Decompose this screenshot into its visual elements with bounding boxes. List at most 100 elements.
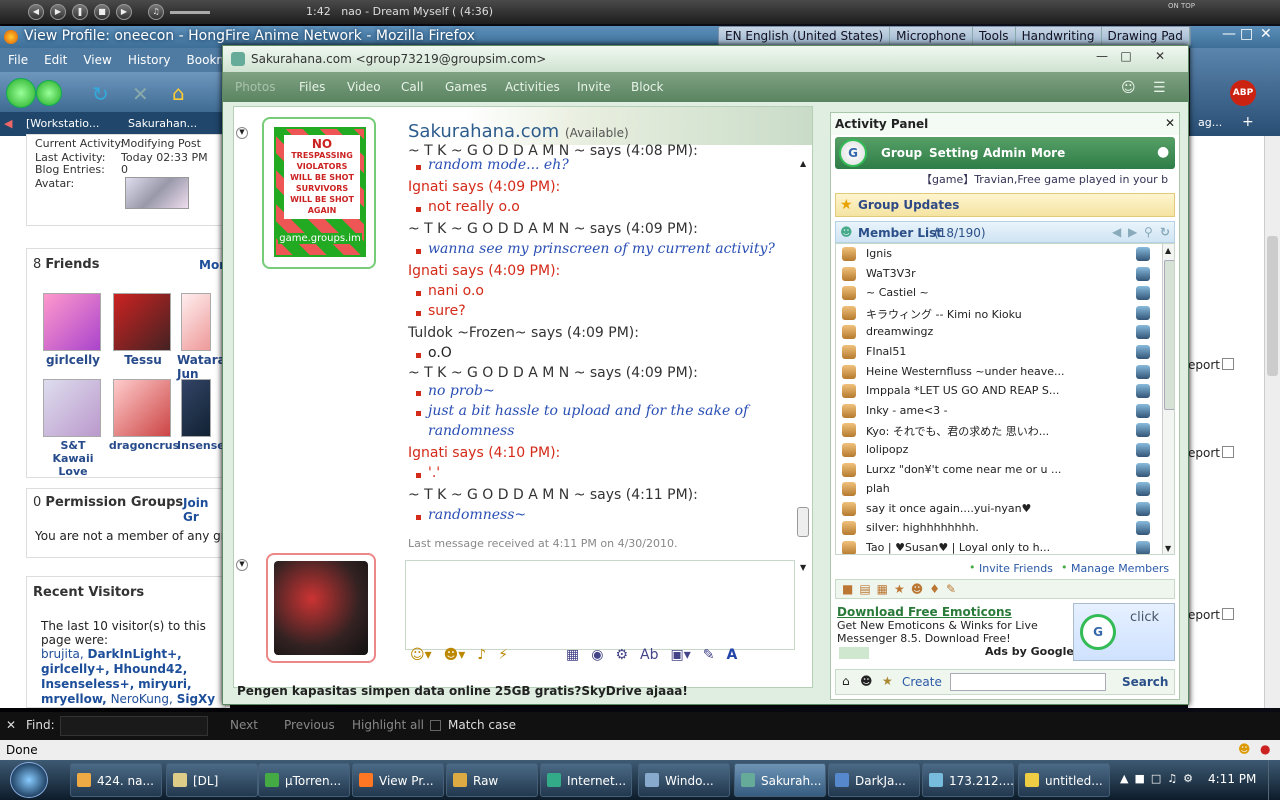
member-row[interactable]: ~ Castiel ~: [836, 283, 1158, 303]
back-icon[interactable]: [6, 78, 36, 108]
member-profile-icon[interactable]: [1136, 403, 1150, 418]
status-icon[interactable]: ●: [1260, 742, 1270, 756]
voice-clip-icon[interactable]: ♪: [477, 647, 486, 663]
home-icon[interactable]: ⌂: [842, 674, 850, 688]
next-icon[interactable]: ▶: [116, 4, 132, 20]
member-row[interactable]: FInal51: [836, 342, 1158, 362]
member-scrollbar[interactable]: ▲ ▼: [1162, 244, 1174, 554]
member-profile-icon[interactable]: [1136, 384, 1150, 399]
stop-icon-nav[interactable]: ✕: [132, 82, 149, 106]
report-checkbox[interactable]: [1222, 358, 1234, 370]
member-profile-icon[interactable]: [1136, 345, 1150, 359]
friend-name[interactable]: dragoncrus: [107, 439, 181, 452]
home-icon[interactable]: ⌂: [172, 81, 185, 105]
tool-icons[interactable]: ■▤▦★☻♦✎: [842, 582, 962, 596]
forward-icon[interactable]: ▶: [1128, 225, 1137, 239]
manage-members-link[interactable]: Manage Members: [1071, 562, 1169, 575]
member-profile-icon[interactable]: [1136, 482, 1150, 497]
pause-icon[interactable]: ❚: [72, 4, 88, 20]
report-link[interactable]: eport: [1188, 358, 1220, 372]
emoticon-menu-icon[interactable]: ☺: [1121, 80, 1136, 96]
visitor-link[interactable]: mryellow,: [41, 692, 107, 706]
invite-button[interactable]: Invite: [577, 80, 611, 94]
background-icon[interactable]: ▦: [566, 647, 579, 663]
im-close-icon[interactable]: ✕: [1149, 49, 1171, 65]
friend-name[interactable]: S&T Kawaii Love: [39, 439, 107, 478]
back-icon[interactable]: ◀: [1112, 225, 1121, 239]
drawing-pad-button[interactable]: Drawing Pad: [1102, 27, 1190, 45]
friend-avatar[interactable]: [181, 293, 211, 351]
language-button[interactable]: EN English (United States): [719, 27, 891, 45]
files-button[interactable]: Files: [299, 80, 325, 94]
adblock-icon[interactable]: ABP: [1230, 80, 1256, 106]
friend-name[interactable]: girlcelly: [39, 353, 107, 367]
friend-avatar[interactable]: [181, 379, 211, 437]
collapse-icon[interactable]: ▼: [236, 127, 248, 139]
games-button[interactable]: Games: [445, 80, 487, 94]
friend-name[interactable]: Watara Jun: [177, 353, 227, 381]
scroll-up-icon[interactable]: ▲: [800, 159, 806, 168]
groupsim-ad-image[interactable]: G click: [1073, 603, 1175, 661]
message-input[interactable]: ☺▾ ☻▾ ♪ ⚡ ▦ ◉ ⚙ Ab ▣▾ ✎ A: [405, 560, 795, 663]
friend-avatar[interactable]: [43, 379, 101, 437]
scroll-thumb[interactable]: [1267, 236, 1278, 376]
maximize-icon[interactable]: □: [1240, 26, 1253, 42]
group-updates[interactable]: ★ Group Updates: [835, 193, 1175, 217]
member-profile-icon[interactable]: [1136, 247, 1150, 261]
member-profile-icon[interactable]: [1136, 462, 1150, 477]
page-scrollbar[interactable]: [1264, 136, 1280, 708]
visitor-link[interactable]: Hhound42,: [113, 662, 187, 676]
pen-icon[interactable]: ✎: [703, 647, 715, 663]
member-row[interactable]: Lurxz "don¥'t come near me or u ...: [836, 460, 1158, 480]
find-close-icon[interactable]: ✕: [6, 718, 16, 732]
visitor-link[interactable]: miryuri,: [138, 677, 192, 691]
emoticon-icon[interactable]: ☻: [1238, 742, 1251, 756]
visitor-link[interactable]: girlcelly+,: [41, 662, 110, 676]
stop-icon[interactable]: ■: [94, 4, 110, 20]
member-profile-icon[interactable]: [1136, 423, 1150, 438]
find-input[interactable]: [60, 716, 208, 736]
call-button[interactable]: Call: [401, 80, 423, 94]
scroll-down-icon[interactable]: ▼: [1165, 544, 1171, 553]
ad-title[interactable]: Download Free Emoticons: [837, 605, 1012, 619]
invite-friends-link[interactable]: Invite Friends: [979, 562, 1053, 575]
menu-group[interactable]: Group: [881, 146, 922, 160]
member-row[interactable]: lolipopz: [836, 440, 1158, 460]
play-icon[interactable]: ▶: [50, 4, 66, 20]
menu-more[interactable]: More: [1031, 146, 1065, 160]
report-link[interactable]: eport: [1188, 608, 1220, 622]
member-row[interactable]: Tao | ♥Susan♥ | Loyal only to h...: [836, 538, 1158, 554]
new-tab-icon[interactable]: +: [1242, 114, 1254, 130]
im-maximize-icon[interactable]: □: [1115, 49, 1137, 65]
visitor-link[interactable]: DarkInLight+,: [88, 647, 182, 661]
nudge-icon[interactable]: ⚡: [498, 647, 508, 663]
volume-icon[interactable]: ♫: [148, 4, 164, 20]
tray-icons[interactable]: ▲■□♫⚙: [1120, 772, 1199, 785]
search-icon[interactable]: ⚲: [1144, 225, 1153, 239]
handwriting-button[interactable]: Handwriting: [1016, 27, 1102, 45]
taskbar-item[interactable]: Sakurah...: [734, 763, 826, 797]
clock[interactable]: 4:11 PM: [1208, 772, 1256, 786]
member-row[interactable]: WaT3V3r: [836, 264, 1158, 284]
forward-icon[interactable]: [36, 80, 62, 106]
member-profile-icon[interactable]: [1136, 325, 1150, 340]
menu-file[interactable]: File: [0, 48, 36, 72]
start-button[interactable]: [10, 762, 48, 798]
highlight-all-button[interactable]: Highlight all: [352, 718, 424, 732]
ads-by-google[interactable]: Ads by Google: [985, 645, 1074, 658]
join-groups-link[interactable]: Join Gr: [183, 496, 225, 524]
microphone-button[interactable]: Microphone: [890, 27, 973, 45]
scroll-up-icon[interactable]: ▲: [1165, 246, 1171, 255]
report-checkbox[interactable]: [1222, 446, 1234, 458]
visitor-link[interactable]: brujita,: [41, 647, 84, 661]
photos-button[interactable]: Photos: [235, 80, 275, 94]
member-row[interactable]: Kyo: それでも、君の求めた 思いわ...: [836, 420, 1158, 440]
reload-icon[interactable]: ↻: [92, 82, 109, 106]
news-ticker[interactable]: 【game】Travian,Free game played in your b: [835, 171, 1175, 189]
menu-view[interactable]: View: [75, 48, 119, 72]
taskbar-item[interactable]: DarkJa...: [828, 763, 920, 797]
find-next-button[interactable]: Next: [230, 718, 258, 732]
member-row[interactable]: say it once again....yui-nyan♥: [836, 499, 1158, 519]
globe-icon[interactable]: ●: [1157, 144, 1169, 160]
im-minimize-icon[interactable]: —: [1091, 49, 1113, 65]
